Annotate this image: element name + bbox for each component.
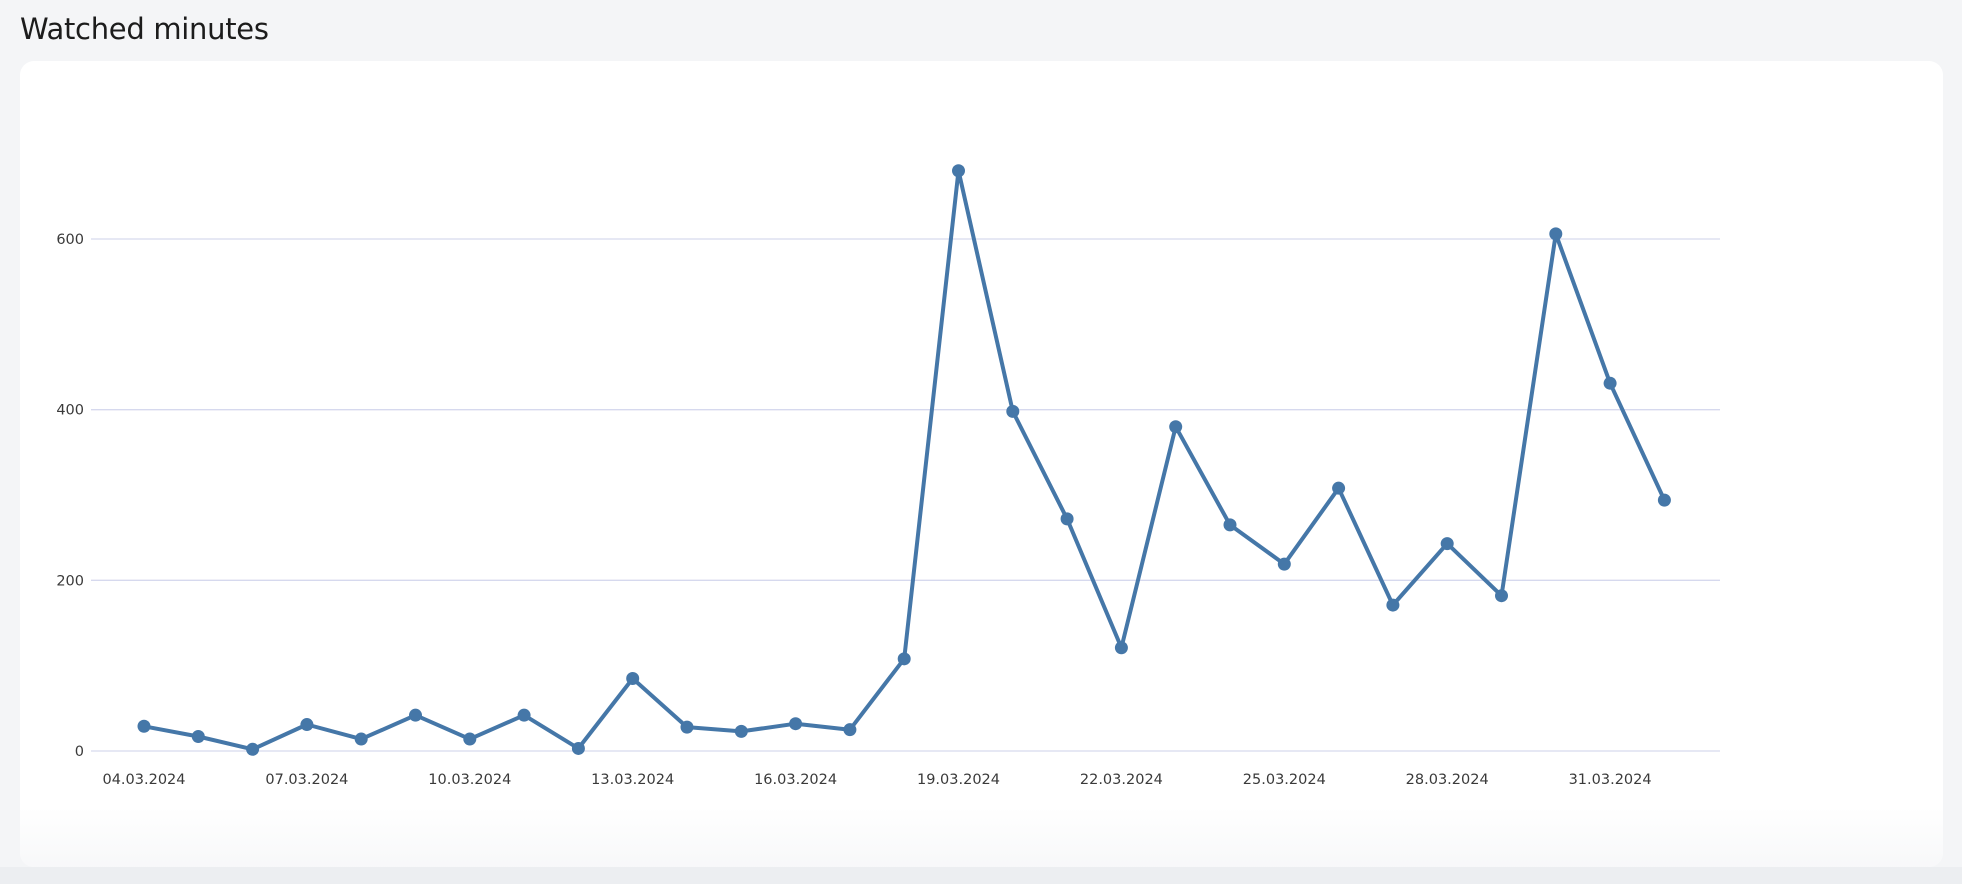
- data-point[interactable]: [1169, 420, 1183, 434]
- y-tick-label: 0: [75, 744, 84, 760]
- x-tick-label: 04.03.2024: [102, 772, 185, 788]
- x-tick-label: 19.03.2024: [917, 772, 1000, 788]
- data-point[interactable]: [1332, 481, 1346, 495]
- data-point[interactable]: [789, 717, 803, 731]
- data-point[interactable]: [1440, 537, 1454, 551]
- x-axis-ticks: 04.03.2024 07.03.2024 10.03.2024 13.03.2024…: [102, 772, 1651, 788]
- x-tick-label: 22.03.2024: [1080, 772, 1163, 788]
- data-point[interactable]: [843, 723, 857, 737]
- data-point[interactable]: [1223, 518, 1237, 532]
- chart-card: 0 200 400 600 04.03.2024 07.03.2024 10.03.202…: [20, 61, 1943, 867]
- data-point[interactable]: [1495, 589, 1508, 603]
- data-point[interactable]: [1277, 557, 1291, 571]
- data-point[interactable]: [517, 708, 531, 722]
- data-point[interactable]: [137, 719, 151, 733]
- x-tick-label: 25.03.2024: [1243, 772, 1326, 788]
- x-tick-label: 16.03.2024: [754, 772, 837, 788]
- data-point[interactable]: [571, 741, 585, 755]
- page-title: Watched minutes: [20, 12, 269, 46]
- data-point[interactable]: [626, 671, 640, 685]
- data-point[interactable]: [897, 652, 911, 666]
- x-tick-label: 10.03.2024: [428, 772, 511, 788]
- data-point[interactable]: [1006, 404, 1020, 418]
- data-point[interactable]: [246, 742, 260, 756]
- data-point[interactable]: [191, 729, 205, 743]
- y-axis-ticks: 0 200 400 600: [56, 232, 84, 760]
- grid-lines: [91, 238, 1720, 752]
- x-tick-label: 07.03.2024: [265, 772, 348, 788]
- line-chart: 0 200 400 600 04.03.2024 07.03.2024 10.03.202…: [56, 164, 1720, 788]
- data-point[interactable]: [1549, 227, 1563, 241]
- y-tick-label: 400: [56, 403, 84, 419]
- data-point[interactable]: [1114, 641, 1128, 655]
- data-point[interactable]: [680, 720, 694, 734]
- series-layer: [137, 164, 1671, 756]
- data-point[interactable]: [734, 724, 748, 738]
- data-point[interactable]: [1657, 493, 1671, 507]
- data-point[interactable]: [300, 718, 314, 732]
- y-tick-label: 200: [56, 573, 84, 589]
- data-point[interactable]: [952, 164, 965, 178]
- x-tick-label: 31.03.2024: [1569, 772, 1652, 788]
- data-point[interactable]: [1603, 376, 1617, 390]
- data-point[interactable]: [463, 732, 477, 746]
- data-point[interactable]: [1060, 512, 1074, 526]
- page-bottom-band: [0, 867, 1962, 884]
- data-point[interactable]: [354, 732, 368, 746]
- x-tick-label: 13.03.2024: [591, 772, 674, 788]
- data-point[interactable]: [1386, 598, 1400, 612]
- y-tick-label: 600: [56, 232, 84, 248]
- x-tick-label: 28.03.2024: [1406, 772, 1489, 788]
- data-point[interactable]: [409, 708, 422, 722]
